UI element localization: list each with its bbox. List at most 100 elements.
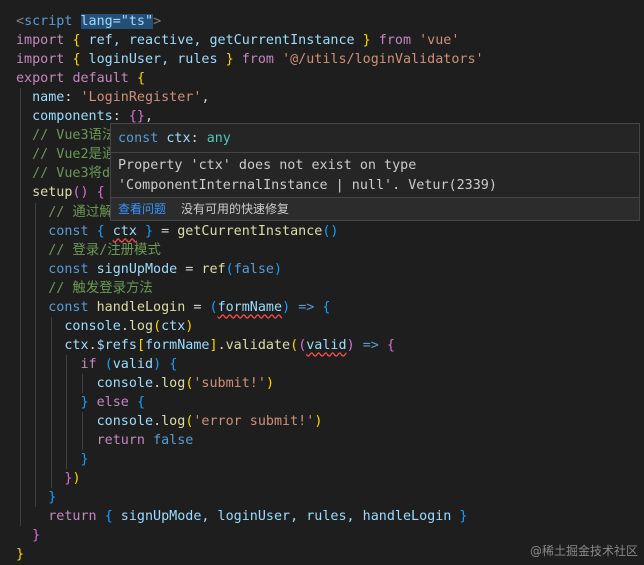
code-token: = xyxy=(153,223,178,239)
code-token: . xyxy=(120,318,129,334)
code-token: if xyxy=(16,356,97,372)
code-token: import xyxy=(16,33,65,49)
code-token: import xyxy=(16,52,65,68)
code-line: // 登录/注册模式 xyxy=(16,241,161,260)
code-token: formName xyxy=(145,337,210,353)
code-token: { xyxy=(322,299,331,315)
code-token: } xyxy=(362,33,371,49)
code-token: { xyxy=(96,223,105,239)
hover-tooltip: const ctx: any Property 'ctx' does not e… xyxy=(110,123,640,221)
watermark: @稀土掘金技术社区 xyxy=(529,544,638,558)
code-line: // 触发登录方法 xyxy=(16,279,153,298)
code-token: } xyxy=(80,452,89,468)
code-token: getCurrentInstance xyxy=(177,223,323,239)
code-token: ) xyxy=(185,318,194,334)
code-line: // Vue2是通 xyxy=(16,145,115,164)
sig-name: ctx xyxy=(166,131,191,146)
code-token: . xyxy=(153,375,162,391)
code-token: ] xyxy=(209,337,218,353)
code-line: setup() { xyxy=(16,183,105,202)
code-token: ref xyxy=(201,261,226,277)
code-token: ( xyxy=(104,356,113,372)
code-token: '@/utils/loginValidators' xyxy=(282,52,484,68)
code-token: false xyxy=(233,261,274,277)
code-token: ref, reactive, getCurrentInstance xyxy=(80,33,363,49)
code-line: return false xyxy=(16,431,194,450)
code-token: { xyxy=(136,71,145,87)
code-token: 'error submit!' xyxy=(193,414,315,430)
code-token: } xyxy=(459,509,468,525)
code-token: ( xyxy=(209,299,218,315)
code-token: ctx xyxy=(16,337,89,353)
code-token: () xyxy=(72,185,97,201)
code-token: valid xyxy=(112,356,154,372)
code-token: // Vue3将d xyxy=(16,166,111,182)
no-quick-fix-label: 没有可用的快速修复 xyxy=(181,202,290,216)
code-token: // 触发登录方法 xyxy=(16,280,153,296)
code-line: } xyxy=(16,488,56,507)
code-token: ctx xyxy=(112,223,137,239)
code-token: > xyxy=(153,14,162,29)
code-token: ) xyxy=(282,299,291,315)
code-token: return xyxy=(16,433,145,449)
code-line: } xyxy=(16,526,40,545)
code-line: const handleLogin = (formName) => { xyxy=(16,298,330,317)
code-token: name xyxy=(16,90,65,106)
code-token: // Vue3语法 xyxy=(16,128,116,144)
code-line: name: 'LoginRegister', xyxy=(16,88,210,107)
code-token: handleLogin xyxy=(96,299,186,315)
code-line: const signUpMode = ref(false) xyxy=(16,260,282,279)
code-token: { xyxy=(136,395,145,410)
code-token: . xyxy=(153,414,162,430)
code-line: } else { xyxy=(16,393,146,412)
code-token: script xyxy=(24,14,73,29)
code-token: ) xyxy=(153,356,162,372)
code-token: . xyxy=(217,337,226,353)
code-token: ( xyxy=(225,261,234,277)
code-line: if (valid) { xyxy=(16,355,177,374)
code-token: } xyxy=(80,395,89,410)
code-editor[interactable]: <script lang="ts"> import { ref, reactive… xyxy=(0,0,644,565)
sig-keyword: const xyxy=(118,131,159,146)
code-token: console xyxy=(16,375,154,391)
code-token: ) xyxy=(265,375,274,391)
code-token: $refs xyxy=(96,337,137,353)
code-token: { xyxy=(104,509,113,525)
code-token: ) xyxy=(346,337,355,353)
code-token: const xyxy=(16,223,89,239)
code-token: formName xyxy=(217,299,283,315)
error-message: Property 'ctx' does not exist on type 'C… xyxy=(118,158,497,193)
code-token: } xyxy=(145,223,154,239)
code-token: = xyxy=(185,299,210,315)
code-token: { xyxy=(72,52,81,68)
type-signature: const ctx: any xyxy=(118,129,231,149)
code-token: false xyxy=(153,433,194,449)
code-token: loginUser, rules xyxy=(80,52,226,68)
code-line: console.log('submit!') xyxy=(16,374,274,393)
code-token: , xyxy=(201,90,210,106)
code-token: 'submit!' xyxy=(193,375,266,391)
code-token: from xyxy=(233,52,283,68)
code-token: setup xyxy=(16,185,73,201)
code-token: const xyxy=(16,299,89,315)
code-token: components xyxy=(16,109,113,125)
code-line: export default { xyxy=(16,69,145,88)
code-token: // 登录/注册模式 xyxy=(16,242,161,258)
code-token: // 通过解 xyxy=(16,204,113,220)
code-token: => xyxy=(362,337,379,353)
code-line: console.log('error submit!') xyxy=(16,412,323,431)
view-problem-link[interactable]: 查看问题 xyxy=(118,198,166,220)
